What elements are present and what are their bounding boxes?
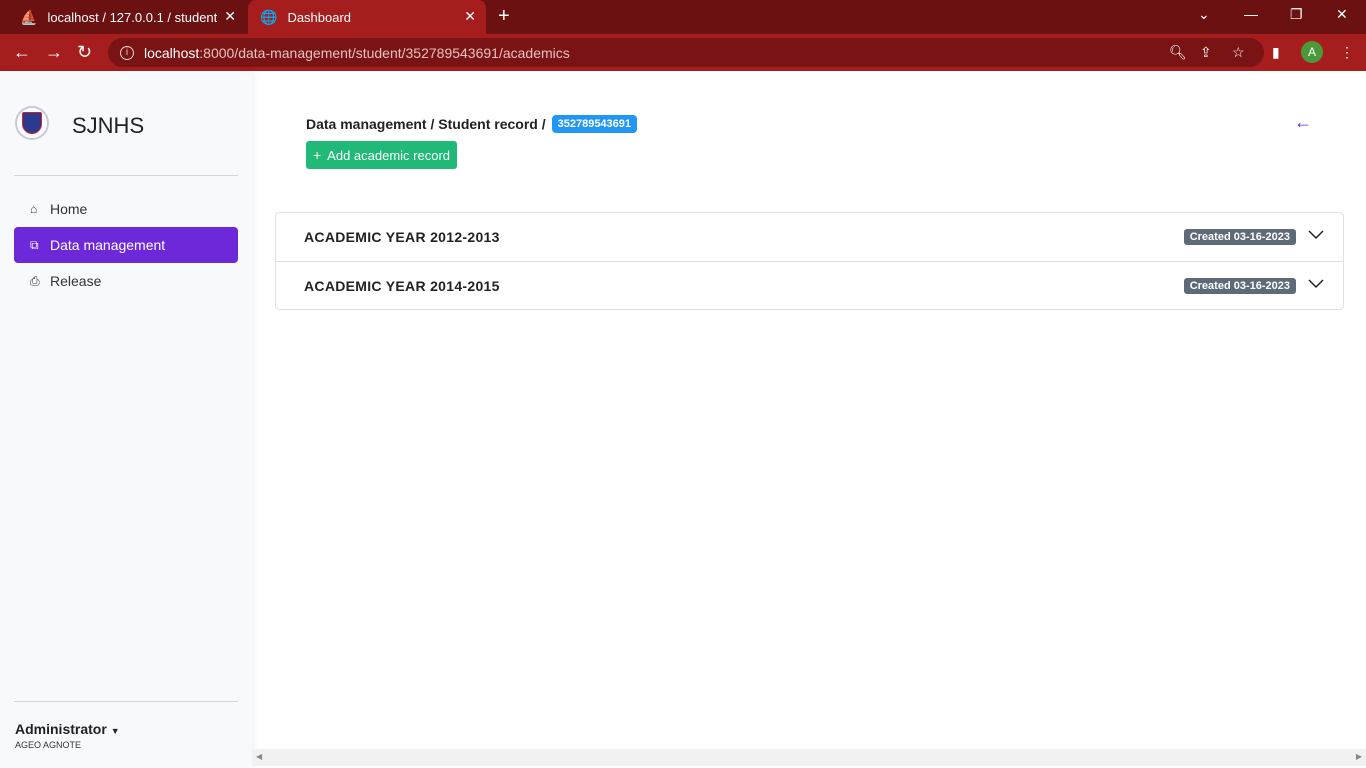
school-logo — [15, 106, 49, 140]
chevron-down-icon[interactable] — [1307, 274, 1325, 292]
forward-icon[interactable]: → — [45, 42, 63, 63]
close-window-button[interactable]: ✕ — [1336, 6, 1348, 23]
sidebar-item-home[interactable]: ⌂ Home — [14, 191, 238, 227]
new-tab-button[interactable]: + — [498, 5, 510, 28]
horizontal-scrollbar[interactable]: ◀ ▶ — [252, 749, 1366, 766]
profile-avatar[interactable]: A — [1301, 41, 1323, 63]
url-host: localhost — [144, 44, 200, 61]
side-panel-icon[interactable]: ▮ — [1272, 44, 1280, 61]
close-tab-icon[interactable]: ✕ — [464, 8, 476, 25]
breadcrumb-text: Data management / Student record / — [306, 116, 546, 132]
sidebar-item-label: Data management — [50, 237, 166, 253]
user-name: AGEO AGNOTE — [15, 740, 82, 750]
share-icon[interactable]: ⇪ — [1200, 44, 1212, 61]
address-bar: ← → ↻ i localhost:8000/data-management/s… — [0, 34, 1366, 71]
plus-icon: + — [312, 147, 322, 163]
phpmyadmin-icon: ⛵ — [20, 8, 38, 25]
reload-icon[interactable]: ↻ — [77, 42, 92, 63]
created-badge: Created 03-16-2023 — [1183, 229, 1296, 245]
close-tab-icon[interactable]: ✕ — [224, 8, 236, 25]
printer-icon: ⎙ — [30, 273, 40, 288]
academic-year-title: ACADEMIC YEAR 2014-2015 — [304, 277, 500, 294]
browser-tab-bar: ⛵ localhost / 127.0.0.1 / studentinfo ✕ … — [0, 0, 1366, 34]
user-role: Administrator — [15, 721, 107, 737]
created-badge: Created 03-16-2023 — [1183, 278, 1296, 294]
minimize-button[interactable]: — — [1244, 6, 1258, 22]
chevron-down-icon[interactable] — [1307, 225, 1325, 243]
url-path: :8000/data-management/student/3527895436… — [199, 44, 570, 61]
tab-dashboard[interactable]: 🌐 Dashboard ✕ — [248, 0, 486, 34]
sidebar-divider — [14, 701, 238, 702]
globe-icon: 🌐 — [260, 8, 278, 25]
sidebar-item-label: Home — [50, 201, 88, 217]
home-icon: ⌂ — [30, 202, 38, 216]
sidebar-item-release[interactable]: ⎙ Release — [14, 263, 238, 299]
add-button-label: Add academic record — [327, 147, 451, 163]
tab-phpmyadmin[interactable]: ⛵ localhost / 127.0.0.1 / studentinfo ✕ — [8, 0, 246, 34]
back-arrow-icon[interactable]: ← — [1294, 112, 1312, 133]
scroll-left-icon[interactable]: ◀ — [256, 752, 262, 761]
accordion-item[interactable]: ACADEMIC YEAR 2012-2013 Created 03-16-20… — [276, 213, 1343, 261]
scroll-right-icon[interactable]: ▶ — [1356, 752, 1362, 761]
browser-menu-icon[interactable]: ⋮ — [1340, 44, 1354, 61]
brand-name: SJNHS — [72, 113, 145, 138]
site-info-icon[interactable]: i — [120, 45, 134, 60]
database-icon: ⧉ — [30, 237, 39, 252]
caret-down-icon: ▼ — [110, 726, 120, 736]
tab-search-icon[interactable]: ⌄ — [1198, 6, 1210, 23]
sidebar-item-label: Release — [50, 273, 102, 289]
academic-year-title: ACADEMIC YEAR 2012-2013 — [304, 229, 500, 245]
zoom-icon[interactable]: 🔍︎ — [1169, 44, 1187, 61]
tab-title: Dashboard — [287, 9, 352, 25]
sidebar: SJNHS ⌂ Home ⧉ Data management ⎙ Release… — [0, 71, 252, 768]
sidebar-divider — [14, 175, 238, 176]
student-id-badge: 352789543691 — [551, 115, 638, 133]
academic-records-accordion: ACADEMIC YEAR 2012-2013 Created 03-16-20… — [275, 212, 1344, 310]
tab-title: localhost / 127.0.0.1 / studentinfo — [47, 9, 218, 25]
sidebar-item-data-management[interactable]: ⧉ Data management — [14, 227, 238, 263]
url-input[interactable]: i localhost:8000/data-management/student… — [108, 38, 1264, 67]
bookmark-star-icon[interactable]: ☆ — [1232, 44, 1245, 61]
restore-button[interactable]: ❐ — [1290, 6, 1303, 23]
accordion-item[interactable]: ACADEMIC YEAR 2014-2015 Created 03-16-20… — [276, 261, 1343, 309]
add-academic-record-button[interactable]: + Add academic record — [306, 141, 457, 169]
breadcrumb: Data management / Student record / 35278… — [306, 115, 638, 133]
user-menu[interactable]: Administrator ▼ — [15, 721, 120, 737]
back-icon[interactable]: ← — [13, 42, 31, 63]
